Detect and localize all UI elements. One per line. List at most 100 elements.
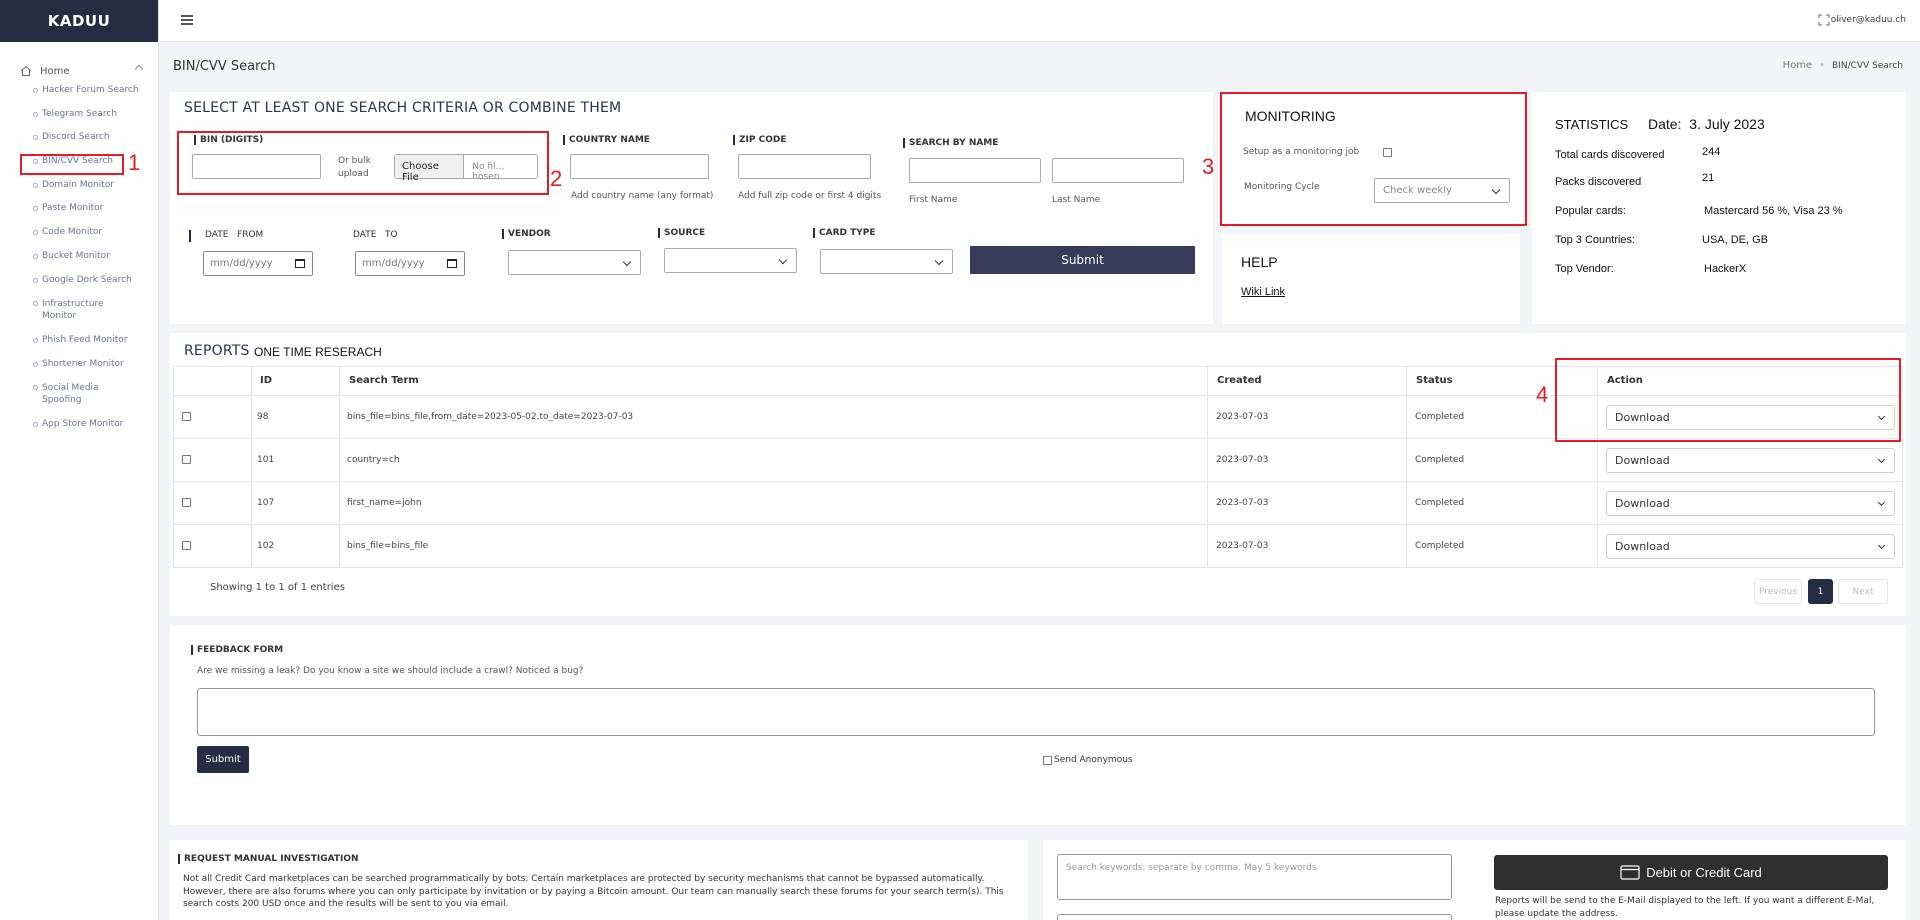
sidebar-item-infrastructure[interactable]: Infrastructure Monitor xyxy=(0,298,120,322)
bullet-icon xyxy=(33,111,38,117)
sidebar-item-app-store[interactable]: App Store Monitor xyxy=(0,419,158,430)
download-select[interactable]: Download xyxy=(1606,491,1895,516)
chevron-down-icon xyxy=(1877,541,1886,550)
zip-input[interactable] xyxy=(738,154,871,179)
sidebar-item-phish-feed[interactable]: Phish Feed Monitor xyxy=(0,335,158,346)
chevron-down-icon xyxy=(934,256,944,266)
source-select[interactable] xyxy=(664,248,797,273)
name-label: SEARCH BY NAME xyxy=(903,138,998,148)
help-card: HELP Wiki Link xyxy=(1222,234,1520,324)
debit-credit-label: Debit or Credit Card xyxy=(1646,865,1762,880)
manual-text: Not all Credit Card marketplaces can be … xyxy=(183,874,1004,909)
row-checkbox[interactable] xyxy=(182,541,191,550)
feedback-submit-button[interactable]: Submit xyxy=(197,746,249,773)
column-header-status[interactable]: Status xyxy=(1416,375,1453,386)
statistics-date-value: 3. July 2023 xyxy=(1689,116,1765,132)
cell-status: Completed xyxy=(1415,412,1465,422)
bullet-icon xyxy=(33,277,38,283)
table-border xyxy=(173,481,1903,482)
column-header-search-term[interactable]: Search Term xyxy=(349,375,419,386)
search-submit-button[interactable]: Submit xyxy=(970,246,1195,274)
keywords-placeholder: Search keywords: separate by comma. May … xyxy=(1066,863,1317,873)
sidebar: KADUU Home Hacker Forum Search Telegram … xyxy=(0,0,159,920)
user-email[interactable]: oliver@kaduu.ch xyxy=(1831,15,1906,25)
download-select[interactable]: Download xyxy=(1606,448,1895,473)
column-header-id[interactable]: ID xyxy=(260,375,272,386)
sidebar-item-label: Domain Monitor xyxy=(42,179,114,190)
card-type-label: CARD TYPE xyxy=(813,228,876,238)
search-heading: SELECT AT LEAST ONE SEARCH CRITERIA OR C… xyxy=(184,100,622,116)
manual-heading: REQUEST MANUAL INVESTIGATION xyxy=(178,854,359,864)
row-checkbox[interactable] xyxy=(182,455,191,464)
date-from-input[interactable]: mm/dd/yyyy xyxy=(203,251,313,276)
cell-id: 98 xyxy=(257,412,269,422)
vendor-label: VENDOR xyxy=(502,229,551,239)
fullscreen-icon[interactable] xyxy=(1818,14,1830,26)
bullet-icon xyxy=(33,301,38,307)
sidebar-item-google-dork[interactable]: Google Dork Search xyxy=(0,275,158,286)
card-type-select[interactable] xyxy=(820,249,953,274)
sidebar-item-label: Infrastructure Monitor xyxy=(42,299,104,322)
last-name-label: Last Name xyxy=(1052,195,1101,205)
sidebar-item-shortener[interactable]: Shortener Monitor xyxy=(0,359,158,370)
sidebar-item-label: Phish Feed Monitor xyxy=(42,334,128,345)
pagination-previous[interactable]: Previous xyxy=(1754,579,1802,604)
cell-created: 2023-07-03 xyxy=(1216,498,1269,508)
debit-credit-button[interactable]: Debit or Credit Card xyxy=(1494,855,1888,890)
sidebar-item-discord[interactable]: Discord Search xyxy=(0,132,158,143)
date-to-input[interactable]: mm/dd/yyyy xyxy=(355,251,465,276)
stat-label: Popular cards: xyxy=(1555,205,1626,217)
download-label: Download xyxy=(1615,497,1670,510)
date-from-label: DATE FROM xyxy=(205,230,263,240)
pagination-page-1[interactable]: 1 xyxy=(1808,579,1833,604)
sidebar-item-paste[interactable]: Paste Monitor xyxy=(0,203,158,214)
download-select[interactable]: Download xyxy=(1606,534,1895,559)
sidebar-item-label: Social Media Spoofing xyxy=(42,383,99,406)
wiki-link[interactable]: Wiki Link xyxy=(1241,286,1285,298)
anonymous-checkbox[interactable] xyxy=(1043,755,1052,765)
stat-label: Top 3 Countries: xyxy=(1555,234,1636,246)
breadcrumb-home[interactable]: Home xyxy=(1783,60,1813,71)
calendar-icon[interactable] xyxy=(295,259,305,268)
sidebar-item-home[interactable]: Home xyxy=(0,63,150,79)
pagination-next[interactable]: Next xyxy=(1838,579,1888,604)
sidebar-item-domain[interactable]: Domain Monitor xyxy=(0,180,158,191)
stat-value: HackerX xyxy=(1704,263,1747,275)
sidebar-item-bucket[interactable]: Bucket Monitor xyxy=(0,251,158,262)
column-header-created[interactable]: Created xyxy=(1217,375,1262,386)
chevron-down-icon xyxy=(622,257,632,267)
vendor-select[interactable] xyxy=(508,250,641,275)
bullet-icon xyxy=(33,253,38,259)
feedback-textarea[interactable] xyxy=(197,688,1875,736)
statistics-date-label: Date: xyxy=(1648,116,1682,132)
country-input[interactable] xyxy=(570,154,709,179)
reports-subheading: ONE TIME RESERACH xyxy=(254,345,382,359)
cell-created: 2023-07-03 xyxy=(1216,412,1269,422)
cell-id: 102 xyxy=(257,541,275,551)
sidebar-item-label: Shortener Monitor xyxy=(42,358,124,369)
bullet-icon xyxy=(33,182,38,188)
keywords-textarea[interactable]: Search keywords: separate by comma. May … xyxy=(1057,854,1452,900)
statistics-heading: STATISTICS xyxy=(1555,117,1629,132)
stat-label: Packs discovered xyxy=(1555,176,1642,188)
sidebar-item-code[interactable]: Code Monitor xyxy=(0,227,158,238)
send-anonymous[interactable]: Send Anonymous xyxy=(1043,755,1133,765)
keywords-secondary-input[interactable] xyxy=(1057,914,1452,920)
cell-search-term: first_name=john xyxy=(347,498,422,508)
first-name-input[interactable] xyxy=(909,158,1041,183)
cell-id: 107 xyxy=(257,498,275,508)
payment-note: Reports will be send to the E-Mail displ… xyxy=(1495,896,1875,919)
hamburger-icon[interactable] xyxy=(181,15,193,25)
table-border xyxy=(1902,366,1903,567)
sidebar-item-social-media[interactable]: Social Media Spoofing xyxy=(0,382,110,406)
calendar-icon[interactable] xyxy=(447,259,457,268)
row-checkbox[interactable] xyxy=(182,412,191,421)
sidebar-item-telegram[interactable]: Telegram Search xyxy=(0,109,158,120)
annotation-number-1: 1 xyxy=(128,150,141,175)
row-checkbox[interactable] xyxy=(182,498,191,507)
brand-logo[interactable]: KADUU xyxy=(0,0,158,42)
sidebar-item-hacker-forum[interactable]: Hacker Forum Search xyxy=(0,85,158,96)
cell-status: Completed xyxy=(1415,541,1465,551)
table-border xyxy=(173,567,1903,568)
last-name-input[interactable] xyxy=(1052,158,1184,183)
